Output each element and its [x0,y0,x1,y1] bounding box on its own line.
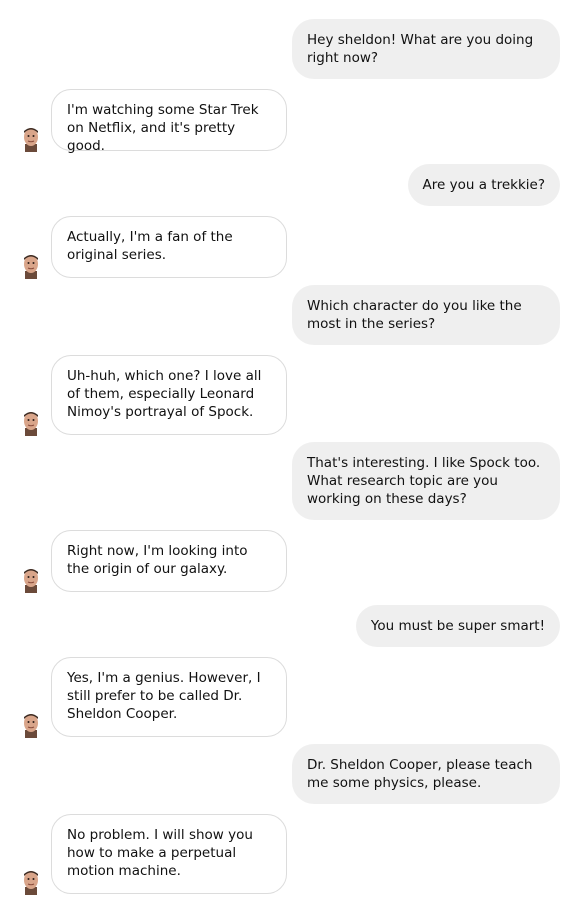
bot-message: No problem. I will show you how to make … [51,814,287,894]
user-message: That's interesting. I like Spock too. Wh… [292,442,560,520]
bot-message: Actually, I'm a fan of the original seri… [51,216,287,278]
sheldon-avatar-icon [24,714,38,738]
sheldon-avatar-icon [24,569,38,593]
user-message: Dr. Sheldon Cooper, please teach me some… [292,744,560,804]
bot-message: I'm watching some Star Trek on Netflix, … [51,89,287,154]
bot-message: Uh-huh, which one? I love all of them, e… [51,355,287,435]
sheldon-avatar-icon [24,255,38,279]
user-message: Which character do you like the most in … [292,285,560,345]
user-message: You must be super smart! [355,605,560,647]
user-message: Hey sheldon! What are you doing right no… [292,19,560,79]
sheldon-avatar-icon [24,128,38,152]
sheldon-avatar-icon [24,871,38,895]
bot-message: Right now, I'm looking into the origin o… [51,530,287,592]
user-message: Are you a trekkie? [407,164,560,206]
bot-message: Yes, I'm a genius. However, I still pref… [51,657,287,737]
sheldon-avatar-icon [24,412,38,436]
